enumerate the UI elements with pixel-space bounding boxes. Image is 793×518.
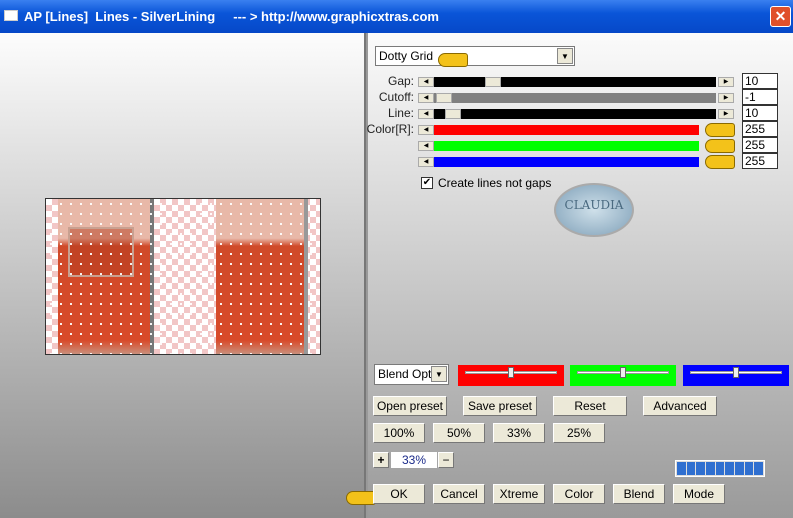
progress-segment [754,462,764,475]
reset-button[interactable]: Reset [553,396,627,416]
zoom-100-button[interactable]: 100% [373,423,425,443]
controls-panel: Dotty Grid ▼ Gap: ◀ ▶ 10 Cutoff: ◀ ▶ -1 Line: ◀ ▶ 1… [346,33,793,518]
scroll-left-button[interactable]: ◀ [418,77,434,87]
scroll-left-button[interactable]: ◀ [418,157,434,167]
zoom-25-button[interactable]: 25% [553,423,605,443]
slider-value[interactable]: 255 [742,153,778,169]
pointing-hand-icon [705,123,735,137]
xtreme-button[interactable]: Xtreme [493,484,545,504]
cancel-button[interactable]: Cancel [433,484,485,504]
slider-thumb[interactable] [508,367,514,378]
slider-label: Line: [387,106,414,120]
scroll-left-button[interactable]: ◀ [418,141,434,151]
blend-button[interactable]: Blend [613,484,665,504]
pointing-hand-icon [705,139,735,153]
slider-track[interactable] [434,125,699,135]
progress-segment [725,462,735,475]
slider-track[interactable] [434,141,699,151]
slider-track[interactable] [434,109,716,119]
open-preset-button[interactable]: Open preset [373,396,447,416]
effect-dropdown[interactable]: Dotty Grid ▼ [375,46,575,66]
scroll-left-button[interactable]: ◀ [418,125,434,135]
slider-track[interactable] [434,157,699,167]
blend-color-slider[interactable] [683,365,789,386]
slider-value[interactable]: 10 [742,73,778,89]
effect-dropdown-value: Dotty Grid [379,49,434,63]
progress-segment [735,462,744,475]
zoom-out-button[interactable]: − [438,452,454,468]
preview-pane [0,33,366,518]
blend-color-slider[interactable] [570,365,676,386]
pointing-hand-icon [705,155,735,169]
progress-segment [696,462,706,475]
close-button[interactable]: ✕ [770,6,791,27]
scroll-right-button[interactable]: ▶ [718,93,734,103]
slider-value[interactable]: 255 [742,121,778,137]
create-lines-label: Create lines not gaps [438,176,552,190]
slider-thumb[interactable] [620,367,626,378]
zoom-value: 33% [391,452,437,468]
zoom-33-button[interactable]: 33% [493,423,545,443]
window-icon [4,10,18,21]
slider-value[interactable]: 255 [742,137,778,153]
window-title: AP [Lines] Lines - SilverLining --- > ht… [24,9,439,24]
slider-label: Color[R]: [366,122,414,136]
pointing-hand-icon [438,53,468,67]
blend-options-dropdown[interactable]: Blend Opti ▼ [374,364,449,385]
ok-button[interactable]: OK [373,484,425,504]
pointing-hand-icon [346,491,376,505]
create-lines-checkbox[interactable]: ✔ [421,177,433,189]
progress-bar [675,460,765,477]
slider-value[interactable]: -1 [742,89,778,105]
zoom-in-button[interactable]: + [373,452,389,468]
slider-track[interactable] [434,77,716,87]
scroll-right-button[interactable]: ▶ [718,77,734,87]
slider-label: Gap: [387,74,414,88]
slider-track[interactable] [434,93,716,103]
zoom-50-button[interactable]: 50% [433,423,485,443]
progress-segment [677,462,686,475]
progress-segment [706,462,715,475]
blend-color-slider[interactable] [458,365,564,386]
advanced-button[interactable]: Advanced [643,396,717,416]
scroll-right-button[interactable]: ▶ [718,109,734,119]
save-preset-button[interactable]: Save preset [463,396,537,416]
progress-segment [715,462,725,475]
slider-thumb[interactable] [485,77,501,87]
preview-image [45,198,321,355]
color-button[interactable]: Color [553,484,605,504]
slider-thumb[interactable] [436,93,452,103]
mode-button[interactable]: Mode [673,484,725,504]
blend-dropdown-value: Blend Opti [378,367,435,381]
slider-thumb[interactable] [445,109,461,119]
chevron-down-icon[interactable]: ▼ [431,366,447,382]
progress-segment [686,462,696,475]
slider-value[interactable]: 10 [742,105,778,121]
chevron-down-icon[interactable]: ▼ [557,48,573,64]
slider-label: Cutoff: [378,90,414,104]
claudia-logo: CLAUDIA [554,183,634,237]
scroll-left-button[interactable]: ◀ [418,93,434,103]
progress-segment [744,462,754,475]
slider-thumb[interactable] [733,367,739,378]
title-bar: AP [Lines] Lines - SilverLining --- > ht… [0,0,793,33]
scroll-left-button[interactable]: ◀ [418,109,434,119]
